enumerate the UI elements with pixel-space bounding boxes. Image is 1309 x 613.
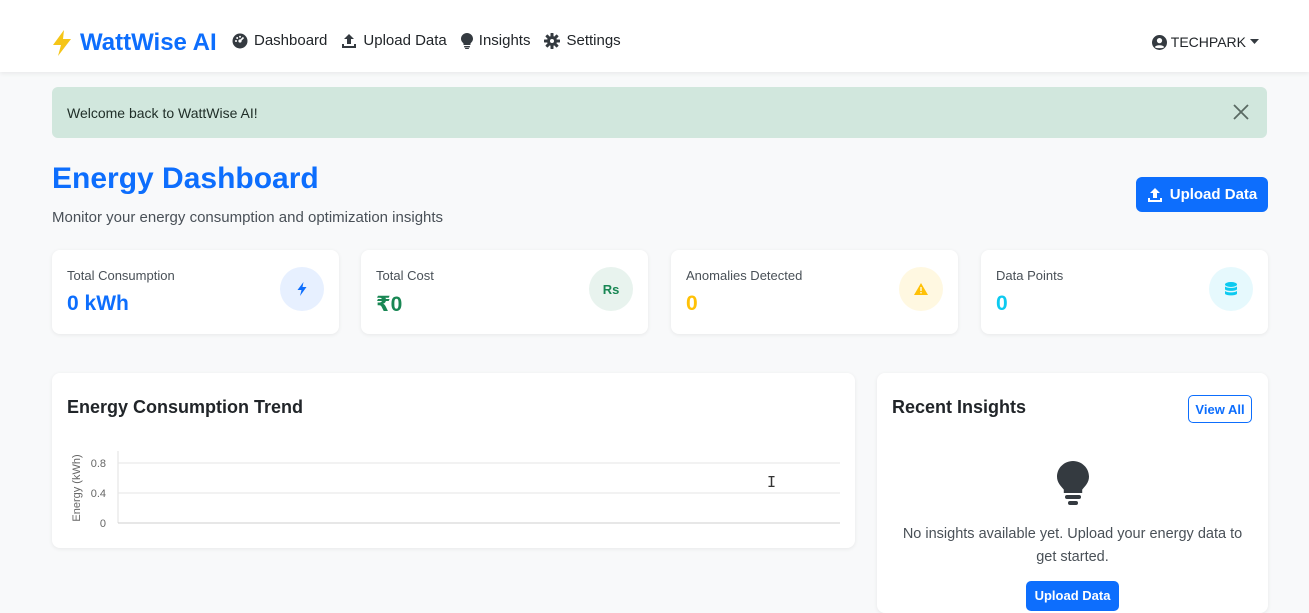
- card-title: Recent Insights: [892, 397, 1027, 417]
- nav-link-label: Dashboard: [254, 32, 328, 49]
- nav-link-label: Insights: [478, 32, 531, 49]
- empty-insights-message: No insights available yet. Upload your e…: [902, 526, 1243, 565]
- upload-data-button[interactable]: Upload Data: [1136, 177, 1268, 212]
- upload-data-button-label: Upload Data: [1169, 186, 1258, 203]
- stat-card-anomalies-detected: Anomalies Detected 0: [671, 250, 958, 334]
- bolt-icon: [53, 30, 71, 56]
- bolt-icon: [280, 267, 324, 311]
- stat-value: 0: [686, 292, 698, 315]
- nav-link-label: Settings: [566, 32, 621, 49]
- lightbulb-icon: [460, 32, 473, 49]
- caret-down-icon: [1250, 39, 1259, 44]
- page-title: Energy Dashboard: [52, 162, 319, 195]
- user-circle-icon: [1151, 34, 1167, 50]
- stat-label: Total Consumption: [67, 268, 175, 283]
- gear-icon: [544, 32, 561, 49]
- energy-trend-chart[interactable]: Energy (kWh) 0.8 0.4 0: [52, 373, 855, 548]
- y-tick-label: 0.8: [91, 458, 106, 470]
- stat-label: Data Points: [996, 268, 1064, 283]
- y-tick-label: 0.4: [91, 488, 106, 500]
- stat-value: ₹0: [376, 293, 403, 316]
- recent-insights-card: Recent Insights View All No insights ava…: [877, 373, 1268, 613]
- nav-link-dashboard[interactable]: Dashboard: [232, 32, 327, 49]
- close-icon[interactable]: [1231, 102, 1251, 122]
- stat-card-total-consumption: Total Consumption 0 kWh: [52, 250, 339, 334]
- dashboard-icon: [232, 33, 248, 48]
- rupee-icon: Rs: [589, 267, 633, 311]
- upload-data-button-insights[interactable]: Upload Data: [1026, 581, 1119, 611]
- nav-links: Dashboard Upload Data Insights Settings: [232, 32, 621, 49]
- brand-name: WattWise AI: [80, 29, 217, 56]
- y-axis-label: Energy (kWh): [71, 454, 83, 521]
- page-subtitle: Monitor your energy consumption and opti…: [52, 209, 444, 226]
- nav-link-label: Upload Data: [363, 32, 447, 49]
- text-cursor-icon: I: [767, 473, 777, 491]
- welcome-alert: Welcome back to WattWise AI!: [52, 87, 1267, 138]
- navbar: WattWise AI Dashboard Upload Data Insigh…: [0, 0, 1309, 72]
- nav-link-insights[interactable]: Insights: [460, 32, 531, 49]
- y-tick-label: 0: [100, 518, 106, 530]
- stat-card-data-points: Data Points 0: [981, 250, 1268, 334]
- alert-message: Welcome back to WattWise AI!: [67, 105, 258, 121]
- stat-value: 0: [996, 292, 1008, 315]
- nav-link-upload-data[interactable]: Upload Data: [341, 32, 447, 49]
- upload-icon: [342, 33, 357, 48]
- y-ticks: 0.8 0.4 0: [91, 458, 840, 530]
- stat-label: Total Cost: [376, 268, 434, 283]
- stat-value: 0 kWh: [67, 292, 129, 315]
- nav-link-settings[interactable]: Settings: [544, 32, 621, 49]
- database-icon: [1209, 267, 1253, 311]
- upload-icon: [1147, 187, 1162, 202]
- user-name: TECHPARK: [1170, 34, 1246, 50]
- stat-label: Anomalies Detected: [686, 268, 803, 283]
- stat-card-total-cost: Total Cost ₹0 Rs: [361, 250, 648, 334]
- lightbulb-icon: [1057, 461, 1089, 505]
- warning-icon: [899, 267, 943, 311]
- energy-trend-card: Energy Consumption Trend Energy (kWh) 0.…: [52, 373, 855, 548]
- brand-logo[interactable]: WattWise AI: [52, 26, 217, 60]
- user-menu-dropdown[interactable]: TECHPARK: [1151, 34, 1259, 50]
- view-all-button[interactable]: View All: [1188, 395, 1252, 423]
